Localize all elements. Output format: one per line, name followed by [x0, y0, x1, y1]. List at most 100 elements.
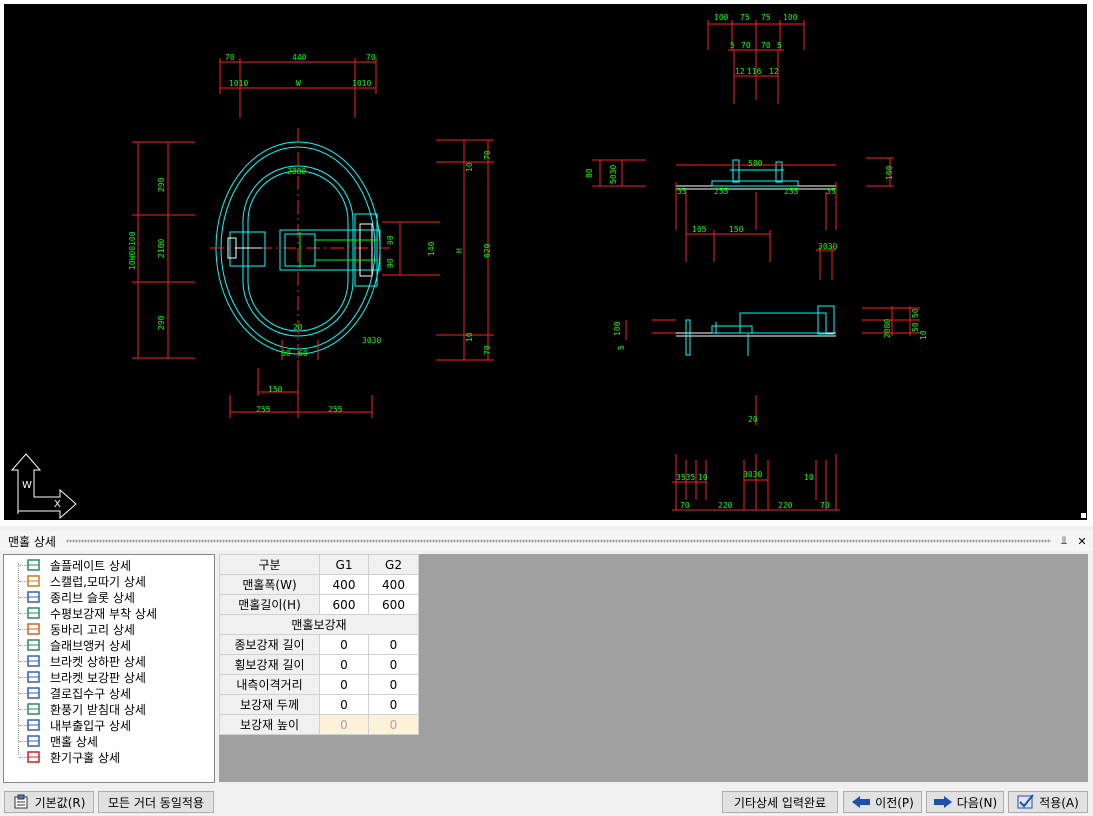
- property-grid: 구분 G1 G2 맨홀폭(W) 400 400 맨홀길이(H) 600 600 …: [219, 554, 419, 735]
- prev-button[interactable]: 이전(P): [843, 791, 922, 813]
- scallop-icon: [26, 574, 42, 588]
- tree-item[interactable]: 동바리 고리 상세: [26, 621, 135, 637]
- tree-item[interactable]: 결로집수구 상세: [26, 685, 131, 701]
- tree-item[interactable]: 솔플레이트 상세: [26, 557, 131, 573]
- svg-text:100: 100: [613, 321, 622, 336]
- grid-cell[interactable]: 0: [368, 674, 419, 695]
- grid-row-label: 종보강재 길이: [219, 634, 320, 655]
- grid-cell[interactable]: 400: [319, 574, 369, 595]
- grid-row-label: 보강재 높이: [219, 714, 320, 735]
- svg-text:70: 70: [366, 53, 376, 62]
- cad-drawing[interactable]: 70 440 70 1010 W 1010 2880 20 60 60 3030…: [0, 0, 1093, 526]
- svg-text:116: 116: [747, 67, 762, 76]
- svg-text:35: 35: [677, 187, 687, 196]
- panel-title: 맨홀 상세: [8, 534, 56, 549]
- svg-text:2100: 2100: [157, 239, 166, 258]
- property-grid-area: 구분 G1 G2 맨홀폭(W) 400 400 맨홀길이(H) 600 600 …: [219, 554, 1088, 782]
- tree-item[interactable]: 환풍기 받침대 상세: [26, 701, 146, 717]
- svg-text:90: 90: [386, 258, 395, 268]
- grid-section-label: 맨홀보강재: [219, 614, 419, 635]
- svg-text:255: 255: [784, 187, 799, 196]
- bottom-toolbar: 기본값(R) 모든 거더 동일적용 기타상세 입력완료 이전(P) 다음(N) …: [0, 790, 1093, 816]
- grid-cell[interactable]: 600: [319, 594, 369, 615]
- svg-text:255: 255: [714, 187, 729, 196]
- grid-cell[interactable]: 0: [319, 674, 369, 695]
- complete-input-label: 기타상세 입력완료: [733, 795, 827, 810]
- svg-text:440: 440: [292, 53, 307, 62]
- svg-text:H: H: [455, 248, 464, 253]
- grid-row: 보강재 두께 0 0: [219, 694, 419, 715]
- next-button[interactable]: 다음(N): [926, 791, 1004, 813]
- bracket-stiffener-icon: [26, 670, 42, 684]
- grid-cell[interactable]: 0: [368, 634, 419, 655]
- sole-plate-icon: [26, 558, 42, 572]
- grid-row: 맨홀폭(W) 400 400: [219, 574, 419, 595]
- grid-cell[interactable]: 0: [368, 654, 419, 675]
- door-icon: [26, 718, 42, 732]
- fan-support-icon: [26, 702, 42, 716]
- grid-row: 횡보강재 길이 0 0: [219, 654, 419, 675]
- apply-all-girders-button[interactable]: 모든 거더 동일적용: [98, 791, 214, 813]
- svg-text:5: 5: [730, 41, 735, 50]
- tree-connector: [18, 563, 19, 755]
- apply-all-girders-label: 모든 거더 동일적용: [108, 795, 204, 810]
- svg-text:5: 5: [777, 41, 782, 50]
- tree-item[interactable]: 수평보강재 부착 상세: [26, 605, 157, 621]
- svg-text:10: 10: [698, 473, 708, 482]
- svg-text:70: 70: [483, 345, 492, 355]
- tree-item[interactable]: 브라켓 보강판 상세: [26, 669, 146, 685]
- default-settings-icon: [14, 794, 28, 809]
- tree-item[interactable]: 슬래브앵커 상세: [26, 637, 131, 653]
- svg-text:3030: 3030: [743, 470, 762, 479]
- tree-item[interactable]: 종리브 슬롯 상세: [26, 589, 135, 605]
- detail-tree[interactable]: 솔플레이트 상세 스캘럽,모따기 상세 종리브 슬롯 상세 수평보강재 부착 상세 동바…: [3, 554, 215, 783]
- close-icon[interactable]: ✕: [1075, 535, 1089, 548]
- tree-item-label: 스캘럽,모따기 상세: [50, 574, 146, 589]
- grid-cell[interactable]: 0: [319, 694, 369, 715]
- tree-item[interactable]: 맨홀 상세: [26, 733, 98, 749]
- default-button-label: 기본값(R): [34, 795, 86, 810]
- grid-cell-disabled: 0: [319, 714, 369, 735]
- grid-row-label: 보강재 두께: [219, 694, 320, 715]
- grid-row-label: 내측이격거리: [219, 674, 320, 695]
- svg-text:10: 10: [804, 473, 814, 482]
- pin-icon[interactable]: ⫫: [1057, 534, 1071, 548]
- default-button[interactable]: 기본값(R): [4, 791, 94, 813]
- svg-text:60: 60: [281, 349, 291, 358]
- stiffener-icon: [26, 606, 42, 620]
- tree-item[interactable]: 브라켓 상하판 상세: [26, 653, 146, 669]
- grid-cell[interactable]: 0: [368, 694, 419, 715]
- svg-text:2080: 2080: [883, 319, 892, 338]
- complete-input-button[interactable]: 기타상세 입력완료: [722, 791, 838, 813]
- bracket-plate-icon: [26, 654, 42, 668]
- svg-text:220: 220: [778, 501, 793, 510]
- tree-item-label: 환풍기 받침대 상세: [50, 702, 146, 717]
- svg-text:2880: 2880: [287, 167, 306, 176]
- arrow-right-icon: [933, 796, 952, 808]
- svg-text:290: 290: [157, 315, 166, 330]
- tree-item-label: 슬래브앵커 상세: [50, 638, 132, 653]
- grid-cell[interactable]: 400: [368, 574, 419, 595]
- tree-item-label: 종리브 슬롯 상세: [50, 590, 135, 605]
- svg-text:70: 70: [820, 501, 830, 510]
- grid-cell[interactable]: 600: [368, 594, 419, 615]
- anchor-icon: [26, 638, 42, 652]
- svg-text:20: 20: [293, 323, 303, 332]
- tree-item[interactable]: 내부출입구 상세: [26, 717, 131, 733]
- grid-cell[interactable]: 0: [319, 634, 369, 655]
- tree-item-label: 환기구홀 상세: [50, 750, 121, 765]
- svg-text:70: 70: [680, 501, 690, 510]
- viewport-resize-handle[interactable]: [1080, 512, 1087, 519]
- svg-text:50: 50: [911, 308, 920, 318]
- tree-item-label: 결로집수구 상세: [50, 686, 132, 701]
- grid-row: 보강재 높이 0 0: [219, 714, 419, 735]
- tree-item[interactable]: 스캘럽,모따기 상세: [26, 573, 146, 589]
- svg-text:3030: 3030: [362, 336, 381, 345]
- grid-cell[interactable]: 0: [319, 654, 369, 675]
- tree-item[interactable]: 환기구홀 상세: [26, 749, 120, 765]
- cad-viewport[interactable]: 70 440 70 1010 W 1010 2880 20 60 60 3030…: [0, 0, 1093, 526]
- svg-text:60: 60: [298, 349, 308, 358]
- manhole-icon: [26, 734, 42, 748]
- tree-item-label: 동바리 고리 상세: [50, 622, 135, 637]
- apply-button[interactable]: 적용(A): [1008, 791, 1088, 813]
